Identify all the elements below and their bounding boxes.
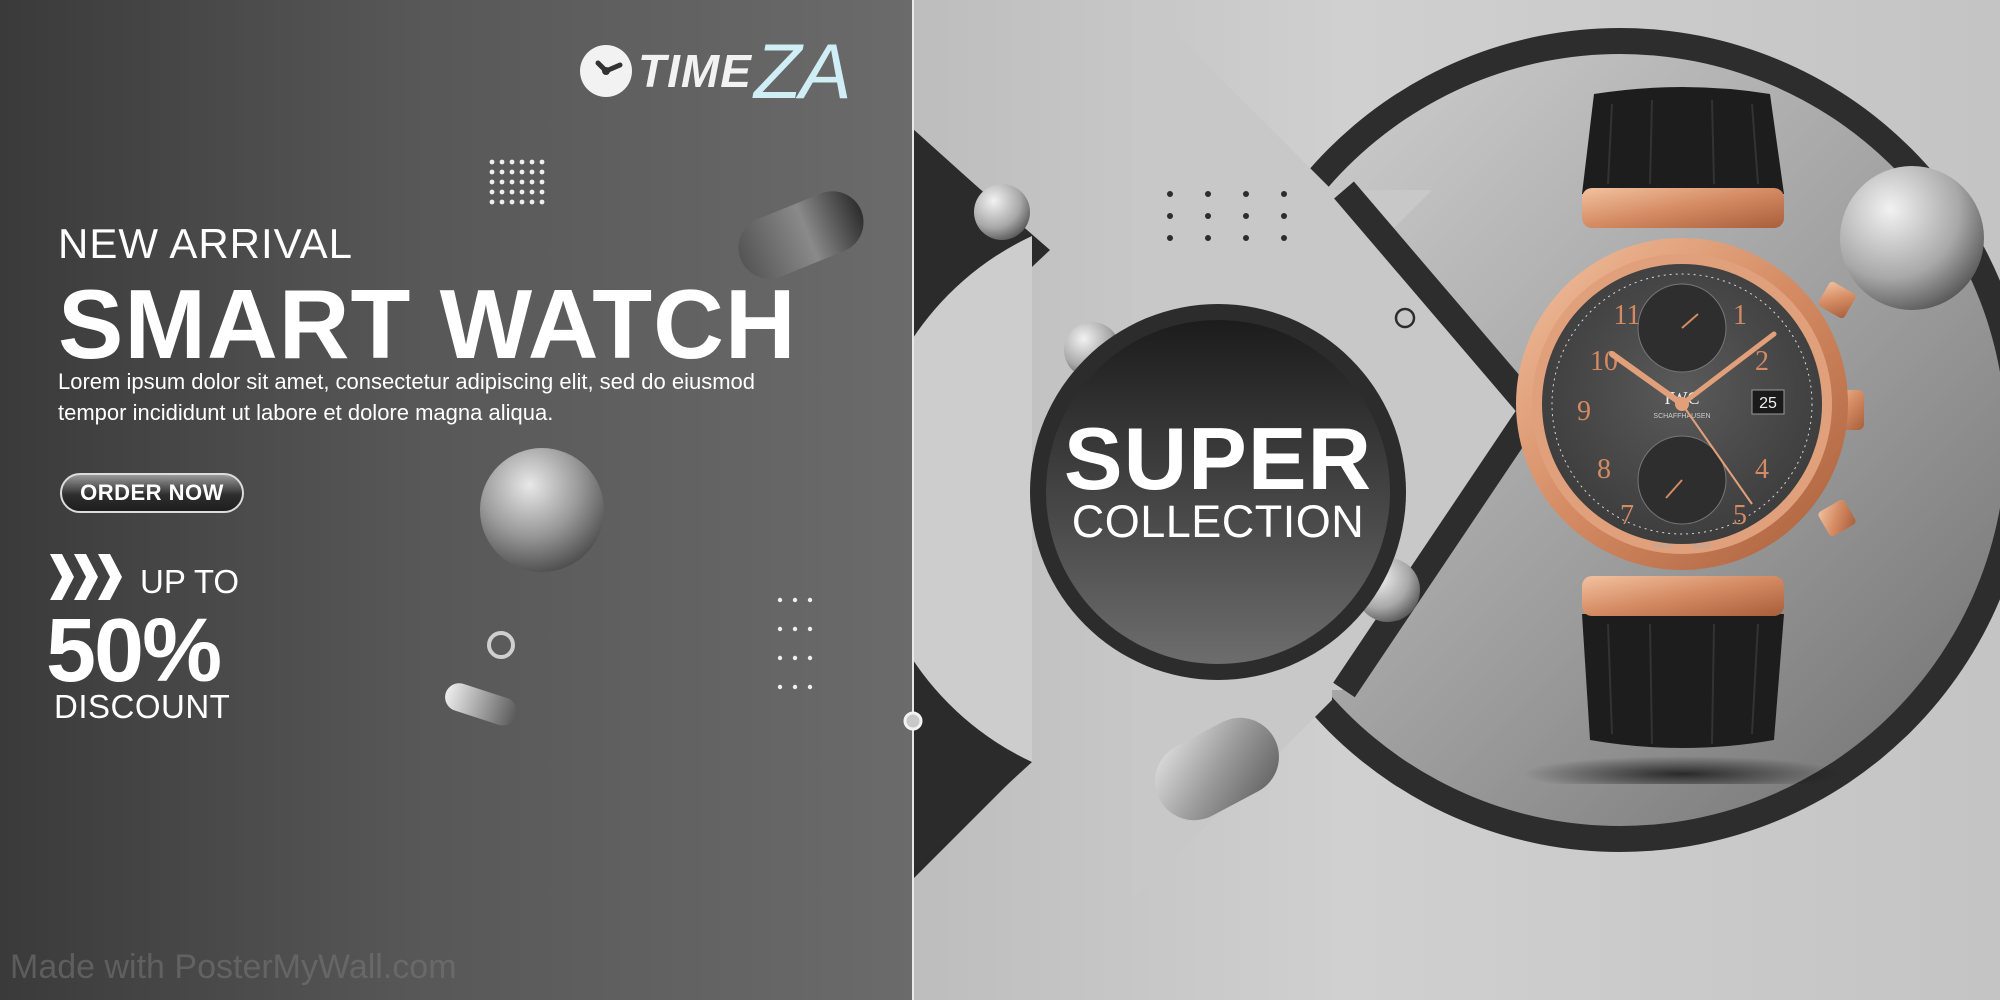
svg-text:10: 10 — [1590, 346, 1618, 377]
feature-title: SUPER — [1063, 409, 1373, 508]
offer-suffix: DISCOUNT — [54, 688, 231, 725]
svg-text:4: 4 — [1755, 454, 1769, 485]
svg-text:8: 8 — [1597, 454, 1611, 485]
offer-prefix: UP TO — [140, 563, 240, 600]
clock-icon — [580, 45, 632, 97]
svg-text:7: 7 — [1620, 500, 1634, 531]
svg-text:11: 11 — [1614, 300, 1641, 331]
watermark: Made with PosterMyWall.com — [10, 948, 457, 986]
dot-grid-lower-decoration — [777, 597, 813, 690]
watch-date: 25 — [1759, 395, 1777, 412]
dot-grid-decoration — [489, 159, 545, 205]
sphere-decoration — [480, 448, 604, 572]
logo-time-text: TIME — [638, 45, 752, 97]
svg-text:2: 2 — [1755, 346, 1769, 377]
eyebrow-text: NEW ARRIVAL — [58, 220, 353, 267]
svg-text:5: 5 — [1733, 500, 1747, 531]
small-pill-decoration — [445, 683, 517, 726]
chevron-right-icon — [50, 554, 122, 600]
logo-za-text: ZA — [753, 27, 852, 115]
ring-decoration — [487, 631, 515, 659]
left-panel: TIME ZA NEW ARRIVAL SMART WATCH Lorem ip… — [0, 0, 912, 1000]
headline: SMART WATCH — [58, 269, 797, 379]
order-now-button[interactable]: ORDER NOW — [60, 473, 244, 513]
divider-ring — [903, 711, 923, 731]
svg-text:9: 9 — [1577, 396, 1591, 427]
feature-subtitle: COLLECTION — [1071, 496, 1365, 547]
brand-logo[interactable]: TIME ZA — [578, 27, 852, 115]
body-text: Lorem ipsum dolor sit amet, consectetur … — [58, 369, 756, 425]
svg-text:1: 1 — [1733, 300, 1747, 331]
watch-made: MADE — [1693, 544, 1710, 550]
promo-banner: TIME ZA NEW ARRIVAL SMART WATCH Lorem ip… — [0, 0, 2000, 1000]
watch-image: 111 102 9 84 75 25 IWC SCHAFFHAUSEN SWIS… — [1516, 87, 1864, 784]
panel-divider — [912, 0, 914, 1000]
watch-maker: SCHAFFHAUSEN — [1653, 413, 1710, 420]
right-panel: 111 102 9 84 75 25 IWC SCHAFFHAUSEN SWIS… — [912, 0, 2000, 1000]
watch-swiss: SWISS — [1652, 544, 1671, 550]
